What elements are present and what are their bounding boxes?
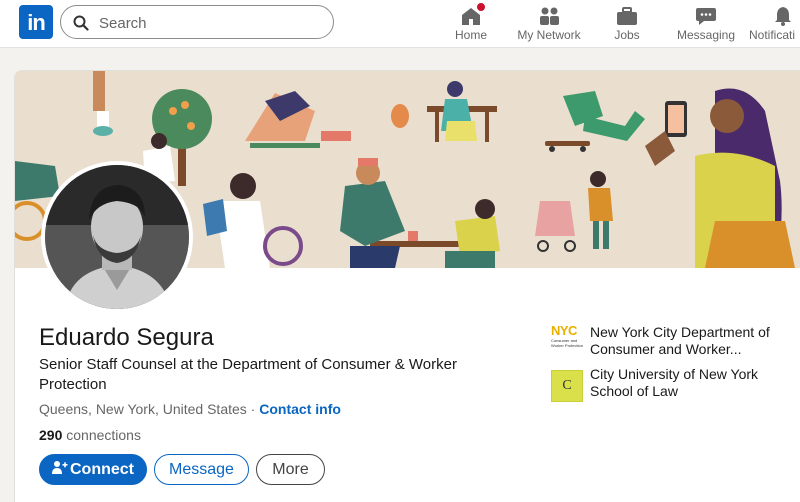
nyc-logo-text: NYC [551,323,577,338]
profile-location-row: Queens, New York, United States · Contac… [39,401,341,417]
nyc-dcwp-logo: NYC Consumer and Worker Protection [551,324,583,356]
search-box[interactable] [60,5,334,39]
location-separator: · [246,401,260,417]
nav-home[interactable]: Home [446,0,496,48]
profile-headline: Senior Staff Counsel at the Department o… [39,356,457,393]
nav-home-label: Home [454,28,487,42]
profile-card: Eduardo Segura Senior Staff Counsel at t… [14,70,800,502]
education-org-name: City University of New York School of La… [590,366,759,399]
nav-jobs-label: Jobs [614,28,640,42]
experience-org-name: New York City Department of Consumer and… [590,324,770,357]
nav-notifications-label: Notificati [749,28,796,42]
nav-my-network-label: My Network [517,28,581,42]
briefcase-icon [617,7,637,25]
profile-location: Queens, New York, United States [39,401,247,417]
more-button[interactable]: More [256,454,325,485]
avatar-image [45,165,189,309]
add-person-icon [52,461,68,474]
message-label: Message [169,461,234,478]
notification-badge [475,1,487,13]
linkedin-logo[interactable]: in [19,5,53,39]
connect-label: Connect [70,461,134,478]
search-input[interactable] [99,13,319,33]
nav-my-network[interactable]: My Network [514,0,584,48]
connections-label: connections [62,427,141,443]
experience-org[interactable]: NYC Consumer and Worker Protection New Y… [551,324,791,364]
profile-name: Eduardo Segura [39,324,214,351]
profile-photo[interactable] [41,161,193,313]
connect-button[interactable]: Connect [39,454,147,485]
message-button[interactable]: Message [154,454,249,485]
connections-count: 290 [39,427,63,443]
network-icon [540,7,559,25]
messaging-icon [696,8,716,25]
more-label: More [272,461,309,478]
search-icon [73,15,89,31]
nyc-logo-subtext: Consumer and Worker Protection [551,338,583,348]
connections-row[interactable]: 290 connections [39,427,141,443]
education-org[interactable]: C City University of New York School of … [551,366,791,406]
contact-info-link[interactable]: Contact info [259,401,341,417]
nav-messaging[interactable]: Messaging [674,0,738,48]
nav-messaging-label: Messaging [676,28,736,42]
nav-notifications[interactable]: Notificati [749,0,800,48]
top-nav: in Home My Network Jobs Messaging [0,0,800,48]
bell-icon [775,7,791,26]
cuny-law-logo: C [551,370,583,402]
nav-jobs[interactable]: Jobs [605,0,649,48]
